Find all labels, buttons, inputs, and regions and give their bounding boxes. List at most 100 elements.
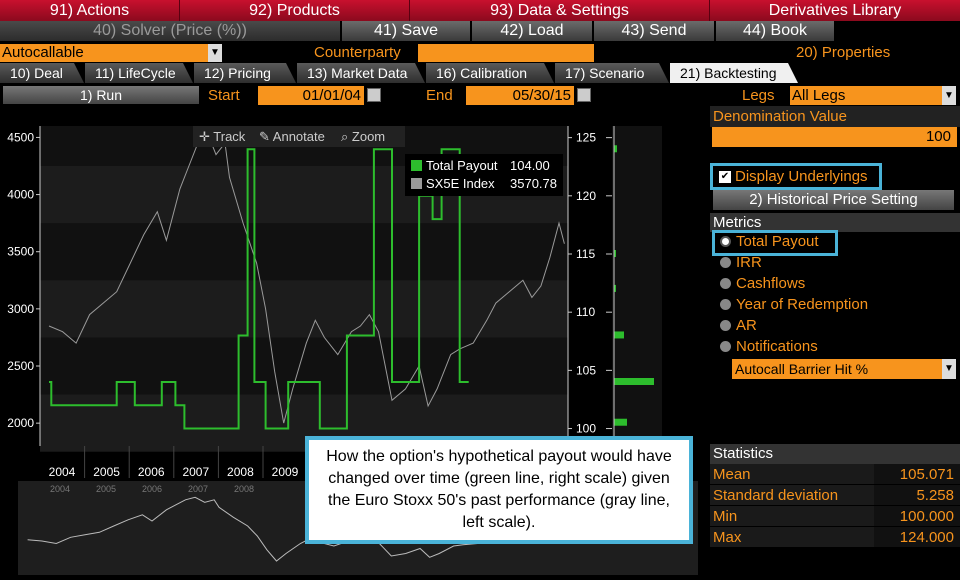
start-date-value: 01/01/04	[302, 87, 361, 104]
stat-row-max: Max 124.000	[710, 527, 960, 548]
deal-header-row: Autocallable ▼ Counterparty 20) Properti…	[0, 43, 960, 63]
metric-notifications[interactable]: Notifications	[710, 336, 960, 357]
stat-row-mean: Mean 105.071	[710, 464, 960, 485]
mini-tick-label: 2005	[96, 484, 116, 494]
legend-item-total-payout: Total Payout 104.00	[411, 157, 557, 175]
menu-actions[interactable]: 91) Actions	[0, 0, 180, 21]
statistics-header: Statistics	[710, 444, 960, 464]
metric-label: Year of Redemption	[736, 296, 869, 313]
tab-calibration[interactable]: 16) Calibration	[426, 63, 554, 83]
tab-lifecycle[interactable]: 11) LifeCycle	[85, 63, 193, 83]
right-tick-label: 105	[576, 363, 596, 377]
right-tick-label: 120	[576, 189, 596, 203]
legend-swatch	[411, 178, 422, 189]
legend-item-sx5e: SX5E Index 3570.78	[411, 175, 557, 193]
menu-products[interactable]: 92) Products	[180, 0, 410, 21]
chart-bands	[40, 166, 568, 452]
right-tick-label: 115	[576, 247, 595, 261]
tab-bar: 10) Deal 11) LifeCycle 12) Pricing 13) M…	[0, 63, 960, 84]
annotate-label: Annotate	[272, 129, 325, 144]
menu-data-settings[interactable]: 93) Data & Settings	[410, 0, 710, 21]
stat-value: 105.071	[874, 464, 960, 484]
send-button[interactable]: 43) Send	[594, 21, 714, 41]
stat-key: Min	[713, 508, 738, 525]
mini-tick-label: 2008	[234, 484, 254, 494]
end-date-input[interactable]: 05/30/15	[466, 86, 574, 105]
track-button[interactable]: ✛ Track	[193, 126, 259, 147]
calendar-icon[interactable]	[577, 88, 591, 102]
tab-scenario[interactable]: 17) Scenario	[555, 63, 669, 83]
left-tick-label: 4000	[7, 188, 34, 202]
product-select[interactable]: Autocallable	[0, 44, 208, 62]
left-tick-label: 3000	[7, 302, 34, 316]
mini-tick-label: 2007	[188, 484, 208, 494]
chevron-down-icon[interactable]: ▼	[942, 86, 956, 105]
x-tick-label: 2006	[138, 465, 165, 479]
legend-name: SX5E Index	[426, 176, 495, 191]
tab-pricing[interactable]: 12) Pricing	[194, 63, 296, 83]
zoom-label: Zoom	[351, 129, 386, 144]
legend-swatch	[411, 160, 422, 171]
notifications-select[interactable]: Autocall Barrier Hit %	[732, 359, 942, 379]
mini-tick-label: 2006	[142, 484, 162, 494]
histogram-bar	[614, 378, 654, 385]
legs-value: All Legs	[792, 87, 846, 104]
metric-cashflows[interactable]: Cashflows	[710, 273, 960, 294]
start-label: Start	[208, 87, 240, 104]
metric-year-of-redemption[interactable]: Year of Redemption	[710, 294, 960, 315]
radio-icon	[720, 257, 731, 268]
legs-label: Legs	[742, 87, 775, 104]
radio-icon	[720, 299, 731, 310]
x-tick-label: 2007	[182, 465, 209, 479]
chart-toolbar: ✛ Track ✎ Annotate ⌕ Zoom	[193, 126, 405, 147]
display-underlyings-checkbox[interactable]: ✔ Display Underlyings	[710, 163, 882, 190]
histogram-axis	[606, 137, 612, 430]
counterparty-input[interactable]	[418, 44, 594, 62]
histogram-bar	[614, 331, 624, 339]
metric-ar[interactable]: AR	[710, 315, 960, 336]
load-button[interactable]: 42) Load	[472, 21, 592, 41]
zoom-button[interactable]: ⌕ Zoom	[341, 126, 405, 147]
chart-band	[40, 280, 568, 338]
chevron-down-icon[interactable]: ▼	[942, 359, 956, 379]
save-button[interactable]: 41) Save	[342, 21, 470, 41]
book-button[interactable]: 44) Book	[716, 21, 834, 41]
properties-link[interactable]: 20) Properties	[796, 44, 890, 62]
metric-label: IRR	[736, 254, 762, 271]
start-date-input[interactable]: 01/01/04	[258, 86, 364, 105]
stat-value: 5.258	[874, 485, 960, 505]
denomination-input[interactable]: 100	[712, 127, 957, 147]
denomination-value: 100	[925, 128, 951, 145]
run-button[interactable]: 1) Run	[3, 86, 199, 104]
annotate-button[interactable]: ✎ Annotate	[259, 126, 341, 147]
tab-backtesting[interactable]: 21) Backtesting	[670, 63, 798, 83]
chart-legend: Total Payout 104.00 SX5E Index 3570.78	[405, 154, 563, 196]
historical-price-setting-button[interactable]: 2) Historical Price Setting	[713, 190, 954, 210]
right-tick-label: 125	[576, 131, 596, 145]
left-tick-label: 4500	[7, 130, 34, 144]
tab-deal[interactable]: 10) Deal	[0, 63, 84, 83]
radio-icon	[720, 341, 731, 352]
menu-derivatives-library[interactable]: Derivatives Library	[710, 0, 960, 21]
calendar-icon[interactable]	[367, 88, 381, 102]
legs-select[interactable]: All Legs	[790, 86, 942, 105]
metric-label: Notifications	[736, 338, 818, 355]
stat-row-min: Min 100.000	[710, 506, 960, 527]
menu-bar: 91) Actions 92) Products 93) Data & Sett…	[0, 0, 960, 21]
end-date-value: 05/30/15	[512, 87, 571, 104]
left-tick-label: 3500	[7, 245, 34, 259]
mini-tick-label: 2004	[50, 484, 70, 494]
x-tick-label: 2009	[272, 465, 299, 479]
tab-market-data[interactable]: 13) Market Data	[297, 63, 425, 83]
run-row: 1) Run Start 01/01/04 End 05/30/15 Legs …	[0, 85, 960, 106]
solver-button[interactable]: 40) Solver (Price (%))	[0, 21, 340, 41]
legend-name: Total Payout	[426, 158, 498, 173]
checkbox-checked-icon: ✔	[719, 171, 731, 183]
chevron-down-icon[interactable]: ▼	[208, 44, 222, 62]
notifications-value: Autocall Barrier Hit %	[735, 361, 869, 377]
stat-key: Max	[713, 529, 742, 546]
end-label: End	[426, 87, 453, 104]
right-tick-label: 100	[576, 422, 596, 436]
total-payout-highlight	[712, 230, 838, 256]
payout-histogram	[612, 126, 662, 446]
